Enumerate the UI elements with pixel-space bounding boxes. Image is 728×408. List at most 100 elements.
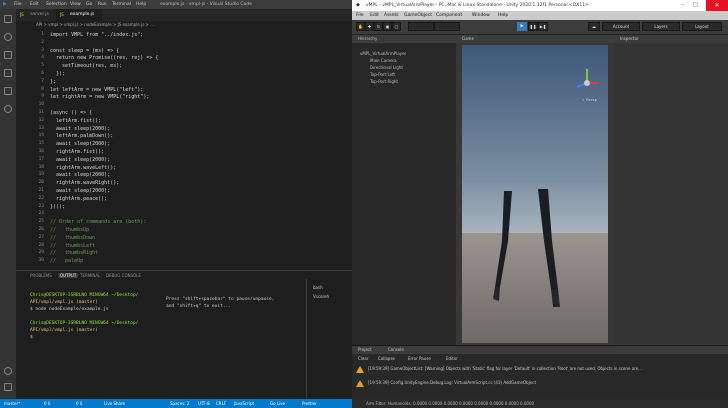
- menu-help[interactable]: Help: [136, 2, 146, 7]
- explorer-icon[interactable]: [4, 15, 12, 23]
- play-button[interactable]: ▶: [517, 22, 527, 31]
- tab-project[interactable]: Project: [358, 347, 372, 352]
- hand-tool-icon[interactable]: ✋: [356, 22, 365, 31]
- menu-component[interactable]: Component: [436, 13, 462, 18]
- menu-go[interactable]: Go: [86, 2, 92, 7]
- maximize-icon[interactable]: □: [693, 2, 698, 8]
- code-line[interactable]: // thumbsRight: [50, 250, 98, 256]
- code-line[interactable]: const sleep = (ms) => {: [50, 48, 119, 54]
- code-line[interactable]: // palmUp: [50, 258, 83, 264]
- menu-view[interactable]: View: [70, 2, 81, 7]
- menu-assets[interactable]: Assets: [384, 13, 399, 18]
- code-line[interactable]: // thumbsDown: [50, 235, 95, 241]
- hierarchy-item-right-arm[interactable]: Top-Port:Right: [370, 79, 398, 84]
- code-line[interactable]: leftArm.fist();: [50, 118, 101, 124]
- code-line[interactable]: await sleep(2000);: [50, 126, 110, 132]
- code-line[interactable]: setTimeout(res, ms);: [50, 63, 122, 69]
- breadcrumb[interactable]: API > vmpl > vmpl.js > nodeExample > JS …: [16, 21, 352, 29]
- console-row[interactable]: [19:59:39] Config.UnityEngine.Debug.Log:…: [368, 380, 536, 385]
- terminal-item-vscoreh[interactable]: Vscoreh: [313, 294, 329, 299]
- collab-icon[interactable]: ☁: [588, 22, 600, 31]
- global-toggle[interactable]: [434, 22, 460, 31]
- clear-button[interactable]: Clear: [358, 356, 368, 361]
- hierarchy-item-left-arm[interactable]: Top-Port:Left: [370, 72, 395, 77]
- gear-icon[interactable]: [4, 383, 12, 391]
- tab-terminal[interactable]: TERMINAL: [80, 273, 100, 278]
- status-sync[interactable]: 0 0: [44, 401, 50, 406]
- code-line[interactable]: rightArm.peace();: [50, 196, 107, 202]
- code-line[interactable]: await sleep(2000);: [50, 157, 110, 163]
- menu-terminal[interactable]: Terminal: [112, 2, 131, 7]
- hierarchy-item-main-camera[interactable]: Main Camera: [370, 58, 397, 63]
- code-line[interactable]: leftArm.palmDown();: [50, 133, 113, 139]
- code-line[interactable]: await sleep(2000);: [50, 172, 110, 178]
- account-dropdown[interactable]: Account: [602, 22, 640, 31]
- code-line[interactable]: rightArm.fist();: [50, 149, 104, 155]
- code-line[interactable]: let rightArm = new VMPL("right");: [50, 94, 149, 100]
- layers-dropdown[interactable]: Layers: [642, 22, 680, 31]
- menu-gameobject[interactable]: GameObject: [404, 13, 432, 18]
- hierarchy-item-root[interactable]: vMPL_VirtualArmPlayer: [360, 51, 406, 56]
- move-tool-icon[interactable]: ✚: [365, 22, 374, 31]
- menu-selection[interactable]: Selection: [46, 2, 67, 7]
- tab-server-js[interactable]: JS server.js: [16, 9, 56, 21]
- status-live-share[interactable]: Live Share: [104, 401, 125, 406]
- menu-window[interactable]: Window: [472, 13, 490, 18]
- code-line[interactable]: rightArm.waveLeft();: [50, 165, 116, 171]
- code-line[interactable]: // thumbsLeft: [50, 243, 95, 249]
- search-icon[interactable]: [4, 33, 12, 41]
- scene-tab[interactable]: Game: [462, 36, 474, 41]
- code-line[interactable]: import VMPL from "../index.js";: [50, 32, 143, 38]
- menu-file[interactable]: File: [14, 2, 22, 7]
- error-pause-button[interactable]: Error Pause: [408, 356, 431, 361]
- rect-tool-icon[interactable]: ▢: [392, 22, 401, 31]
- tab-console[interactable]: Console: [388, 347, 404, 352]
- pause-button[interactable]: ❚❚: [528, 22, 538, 31]
- code-line[interactable]: })();: [50, 204, 65, 210]
- code-editor[interactable]: 1 import VMPL from "../index.js"; 2 3 const …: [16, 29, 352, 269]
- virtual-left-arm[interactable]: [493, 191, 512, 301]
- menu-file[interactable]: File: [356, 13, 364, 18]
- code-line[interactable]: (async () => {: [50, 110, 92, 116]
- status-language[interactable]: JavaScript: [234, 401, 254, 406]
- status-prettier[interactable]: Prettier: [302, 401, 317, 406]
- scene-view[interactable]: < Persp: [462, 45, 608, 343]
- console-row[interactable]: [19:59:39] GameObjectList: [Warning] Obj…: [368, 366, 642, 371]
- collapse-button[interactable]: Collapse: [378, 356, 395, 361]
- code-line[interactable]: };: [50, 79, 56, 85]
- status-spaces[interactable]: Spaces: 2: [170, 401, 189, 406]
- hierarchy-item-light[interactable]: Directional Light: [370, 65, 403, 70]
- status-eol[interactable]: CRLF: [216, 401, 226, 406]
- code-line[interactable]: await sleep(2000);: [50, 141, 110, 147]
- menu-help[interactable]: Help: [498, 13, 508, 18]
- status-go-live[interactable]: Go Live: [270, 401, 285, 406]
- tab-output[interactable]: OUTPUT: [58, 273, 79, 278]
- layout-dropdown[interactable]: Layout: [682, 22, 722, 31]
- account-icon[interactable]: [4, 367, 12, 375]
- virtual-right-arm[interactable]: [538, 189, 560, 307]
- tab-example-js[interactable]: JS example.js: [56, 9, 102, 21]
- code-line[interactable]: // thumbsUp: [50, 227, 89, 233]
- tab-debug-console[interactable]: DEBUG CONSOLE: [106, 273, 141, 278]
- live-share-icon[interactable]: [4, 105, 12, 113]
- status-problems[interactable]: 0 0: [76, 401, 82, 406]
- code-line[interactable]: // Order of commands are (both):: [50, 219, 146, 225]
- minimize-icon[interactable]: –: [682, 2, 685, 8]
- code-line[interactable]: return new Promise((res, rej) => {: [50, 55, 158, 61]
- editor-dropdown[interactable]: Editor: [446, 356, 458, 361]
- step-button[interactable]: ▶❚: [538, 22, 548, 31]
- menu-run[interactable]: Run: [98, 2, 107, 7]
- rotate-tool-icon[interactable]: ↻: [374, 22, 383, 31]
- code-line[interactable]: });: [50, 71, 65, 77]
- terminal[interactable]: Press "shift+spacebar" to pause/unpause,…: [16, 279, 306, 399]
- tab-problems[interactable]: PROBLEMS: [30, 273, 52, 278]
- menu-edit[interactable]: Edit: [370, 13, 379, 18]
- persp-label[interactable]: < Persp: [582, 98, 597, 102]
- close-icon[interactable]: ✕: [706, 0, 728, 11]
- run-debug-icon[interactable]: [4, 69, 12, 77]
- scale-tool-icon[interactable]: ▣: [383, 22, 392, 31]
- pivot-toggle[interactable]: [408, 22, 434, 31]
- status-encoding[interactable]: UTF-8: [198, 401, 210, 406]
- code-line[interactable]: await sleep(2000);: [50, 188, 110, 194]
- extensions-icon[interactable]: [4, 87, 12, 95]
